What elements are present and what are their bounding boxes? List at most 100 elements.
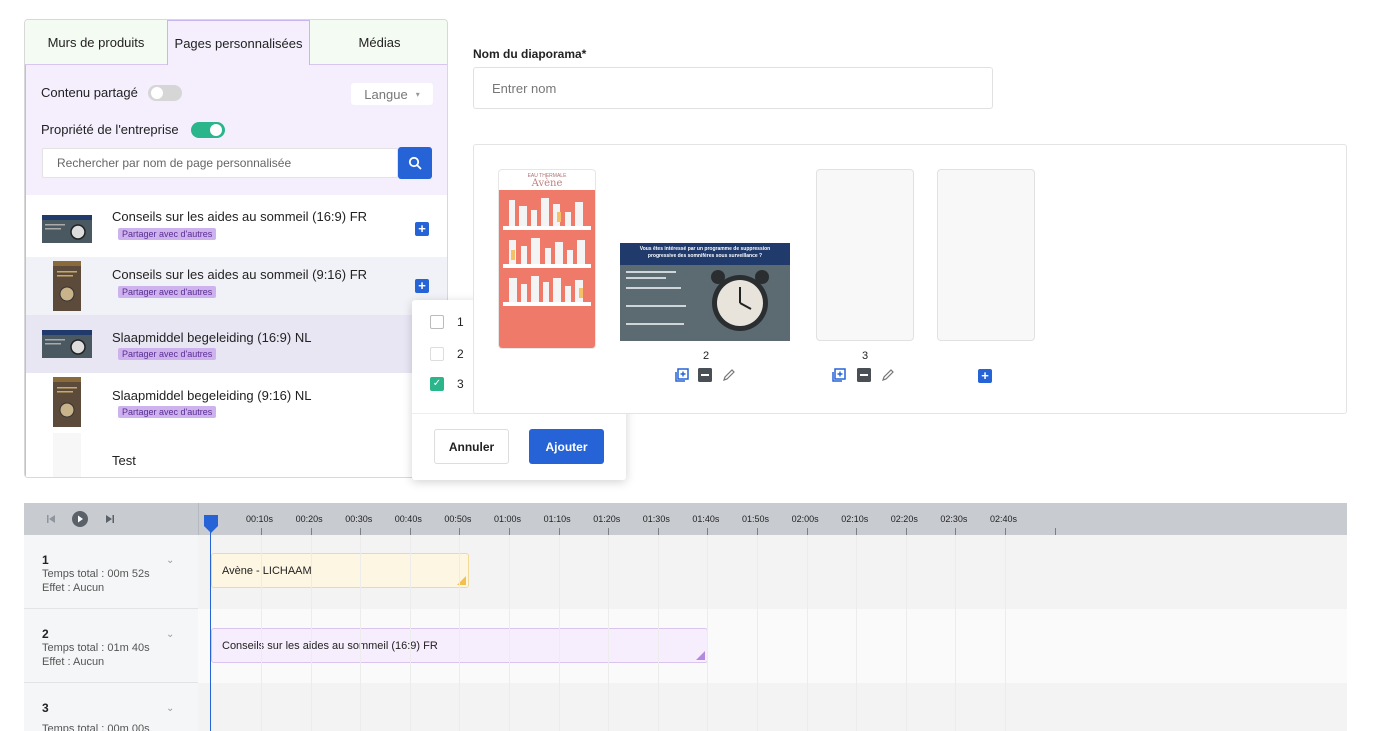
tick-label: 02:00s (791, 514, 819, 524)
tick-mark (509, 528, 510, 535)
chevron-down-icon[interactable]: ⌄ (166, 703, 174, 714)
track-effect: Effet : Aucun (42, 582, 105, 594)
tab-product-walls[interactable]: Murs de produits (25, 20, 167, 65)
track-row-1: 1 ⌄ Temps total : 00m 52s Effet : Aucun … (24, 535, 1347, 609)
add-button[interactable]: Ajouter (529, 429, 604, 464)
add-slide-button[interactable]: + (978, 369, 992, 383)
page-title: Slaapmiddel begeleiding (9:16) NL (112, 388, 312, 403)
play-icon[interactable] (71, 510, 89, 528)
list-item[interactable]: Slaapmiddel begeleiding (16:9) NL Partag… (26, 315, 447, 373)
tick-mark (261, 528, 262, 535)
grid-line (657, 535, 659, 731)
remove-icon[interactable] (857, 368, 871, 382)
grid-line (608, 535, 610, 731)
list-item[interactable]: Slaapmiddel begeleiding (9:16) NL Partag… (26, 373, 447, 431)
track-total-time: Temps total : 00m 00s (42, 723, 150, 731)
share-badge: Partager avec d'autres (118, 286, 217, 298)
page-title: Conseils sur les aides au sommeil (16:9)… (112, 209, 368, 224)
track-number: 1 (42, 553, 49, 567)
tick-mark (806, 528, 808, 535)
slide-avene[interactable]: EAU THERMALE Avène (498, 169, 596, 349)
track-number: 2 (42, 627, 49, 641)
slot-checkbox-2[interactable] (430, 347, 444, 361)
cancel-button[interactable]: Annuler (434, 429, 509, 464)
slideshow-name-input[interactable]: Entrer nom (473, 67, 993, 109)
track-total-time: Temps total : 00m 52s (42, 568, 150, 580)
slot-checkbox-1[interactable] (430, 315, 444, 329)
tick-label: 01:00s (494, 514, 522, 524)
grid-line (806, 535, 808, 731)
track-row-2: 2 ⌄ Temps total : 01m 40s Effet : Aucun … (24, 609, 1347, 683)
product-shelves-image (499, 190, 595, 348)
tick-label: 01:40s (692, 514, 720, 524)
tab-custom-pages[interactable]: Pages personnalisées (167, 20, 310, 65)
list-item[interactable]: Test (26, 431, 447, 477)
slides-area: EAU THERMALE Avène Vous êtes intéressé p… (473, 144, 1347, 414)
language-select[interactable]: Langue ▾ (351, 83, 433, 105)
grid-line (955, 535, 957, 731)
tick-mark (905, 528, 907, 535)
list-item[interactable]: Conseils sur les aides au sommeil (9:16)… (26, 257, 447, 315)
skip-back-icon[interactable] (45, 513, 57, 525)
resize-handle-icon[interactable] (696, 651, 705, 660)
custom-pages-panel: Murs de produits Pages personnalisées Mé… (24, 19, 448, 478)
empty-slide-slot-3[interactable] (816, 169, 914, 341)
page-thumbnail (53, 433, 81, 477)
search-button[interactable] (398, 147, 432, 179)
grid-line (509, 535, 510, 731)
grid-line (310, 535, 312, 731)
company-property-filter: Propriété de l'entreprise (41, 121, 226, 139)
edit-icon[interactable] (881, 368, 895, 382)
shared-content-toggle[interactable] (148, 84, 183, 101)
list-item[interactable]: Conseils sur les aides au sommeil (16:9)… (26, 199, 447, 257)
add-page-button[interactable]: + (415, 279, 429, 293)
tab-media[interactable]: Médias (310, 20, 447, 65)
grid-line (707, 535, 709, 731)
duplicate-icon[interactable] (675, 368, 689, 382)
edit-icon[interactable] (722, 368, 736, 382)
clip-title: Avène - LICHAAM (222, 564, 312, 577)
playhead-marker-icon[interactable] (204, 515, 218, 533)
slot-option-label: 1 (457, 315, 464, 329)
filter-area: Contenu partagé Langue ▾ Propriété de l'… (25, 65, 447, 195)
company-property-toggle[interactable] (191, 121, 226, 138)
grid-line (261, 535, 262, 731)
slide-sleep-advice[interactable]: Vous êtes intéressé par un programme de … (620, 243, 790, 341)
track-number: 3 (42, 701, 49, 715)
track-label[interactable]: 3 ⌄ Temps total : 00m 00s (24, 683, 198, 731)
slideshow-name-label: Nom du diaporama* (473, 47, 587, 61)
page-title: Conseils sur les aides au sommeil (9:16)… (112, 267, 368, 282)
chevron-down-icon[interactable]: ⌄ (166, 629, 174, 640)
track-effect: Effet : Aucun (42, 656, 105, 668)
share-badge: Partager avec d'autres (118, 406, 217, 418)
timeline: 00:10s 00:20s 00:30s 00:40s 00:50s 01:00s 01:1… (24, 503, 1347, 731)
language-label: Langue (364, 86, 408, 102)
slot-checkbox-3[interactable]: ✓ (430, 377, 444, 391)
tick-mark (1005, 528, 1006, 535)
search-input[interactable]: Rechercher par nom de page personnalisée (42, 148, 398, 178)
slot-number: 2 (702, 350, 710, 362)
timeline-header (24, 503, 1347, 535)
grid-line (757, 535, 758, 731)
tick-mark (757, 528, 758, 535)
chevron-down-icon[interactable]: ⌄ (166, 555, 174, 566)
remove-icon[interactable] (698, 368, 712, 382)
add-page-button[interactable]: + (415, 222, 429, 236)
timeline-clip[interactable]: Avène - LICHAAM (211, 553, 469, 588)
tick-label: 00:10s (246, 514, 274, 524)
track-label[interactable]: 2 ⌄ Temps total : 01m 40s Effet : Aucun (24, 609, 198, 683)
empty-slide-slot-4[interactable] (937, 169, 1035, 341)
page-title: Slaapmiddel begeleiding (16:9) NL (112, 330, 312, 345)
tick-mark (707, 528, 709, 535)
chevron-down-icon: ▾ (415, 89, 420, 99)
duplicate-icon[interactable] (832, 368, 846, 382)
tick-mark (310, 528, 312, 535)
tick-label: 00:40s (394, 514, 422, 524)
track-label[interactable]: 1 ⌄ Temps total : 00m 52s Effet : Aucun (24, 535, 198, 609)
resize-handle-icon[interactable] (457, 576, 466, 585)
tick-mark (409, 528, 411, 535)
slot-number: 3 (861, 350, 869, 362)
skip-forward-icon[interactable] (104, 513, 116, 525)
grid-line (856, 535, 858, 731)
tick-label: 01:50s (742, 514, 770, 524)
